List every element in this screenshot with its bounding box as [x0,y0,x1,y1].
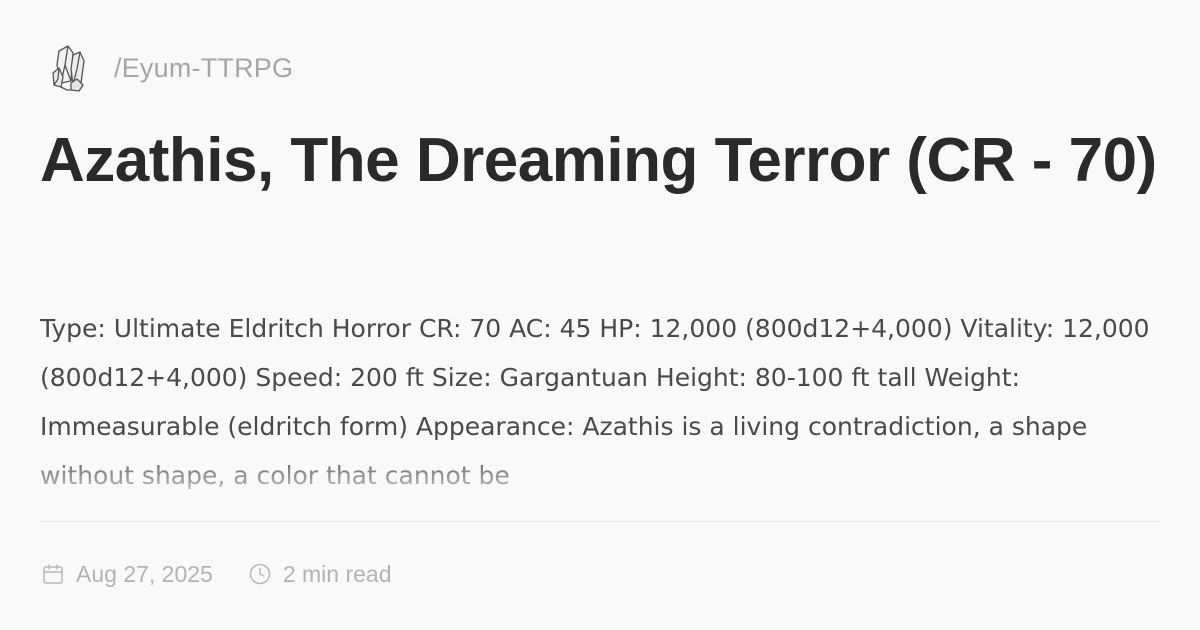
post-title: Azathis, The Dreaming Terror (CR - 70) [40,126,1157,195]
clock-icon [247,561,273,587]
post-read-time: 2 min read [247,561,392,588]
site-name-link[interactable]: /Eyum-TTRPG [114,53,293,84]
site-header: /Eyum-TTRPG [48,40,293,96]
post-excerpt: Type: Ultimate Eldritch Horror CR: 70 AC… [40,314,1150,490]
post-read-time-text: 2 min read [282,560,392,587]
calendar-icon [40,561,66,587]
crystal-cluster-icon [48,40,88,96]
post-date: Aug 27, 2025 [40,561,213,588]
post-meta: Aug 27, 2025 2 min read [40,556,392,592]
link-preview-card: /Eyum-TTRPG Azathis, The Dreaming Terror… [0,0,1200,630]
post-date-text: Aug 27, 2025 [76,560,213,587]
divider [40,521,1160,522]
